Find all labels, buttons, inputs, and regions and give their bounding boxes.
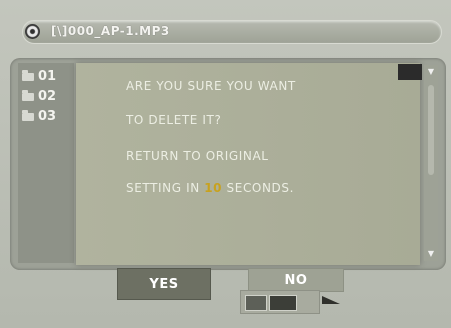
bottom-status-box [240, 290, 320, 314]
scroll-thumb[interactable] [428, 85, 434, 175]
countdown-suffix: SECONDS. [222, 181, 295, 195]
disc-icon [25, 24, 40, 39]
status-indicator [398, 64, 422, 80]
folder-icon [22, 109, 34, 121]
list-item-03[interactable]: 03 [22, 109, 74, 127]
list-item-label: 02 [38, 89, 57, 104]
list-item-01[interactable]: 01 [22, 69, 74, 87]
scroll-down-icon[interactable]: ▼ [424, 249, 438, 259]
dialog-line-3: RETURN TO ORIGINAL [126, 149, 269, 163]
countdown-prefix: SETTING IN [126, 181, 205, 195]
list-item-label: 01 [38, 69, 57, 84]
no-button[interactable]: NO [248, 268, 344, 292]
folder-icon [22, 69, 34, 81]
scroll-up-icon[interactable]: ▼ [424, 67, 438, 77]
scrollbar[interactable]: ▼ ▼ [424, 65, 438, 261]
dialog-line-2: TO DELETE IT? [126, 113, 222, 127]
list-item-label: 03 [38, 109, 57, 124]
confirm-dialog: ARE YOU SURE YOU WANT TO DELETE IT? RETU… [76, 63, 420, 265]
title-bar: [\]000_AP-1.MP3 [22, 20, 442, 44]
dialog-line-1: ARE YOU SURE YOU WANT [126, 79, 296, 93]
device-screen: [\]000_AP-1.MP3 01 02 03 ARE YOU SURE YO… [0, 0, 451, 328]
file-list: 01 02 03 [18, 63, 74, 263]
list-item-02[interactable]: 02 [22, 89, 74, 107]
folder-icon [22, 89, 34, 101]
yes-button[interactable]: YES [117, 268, 211, 300]
countdown-value: 10 [204, 181, 223, 195]
triangle-icon [322, 296, 340, 304]
dialog-line-4: SETTING IN 10 SECONDS. [126, 181, 294, 195]
file-title: [\]000_AP-1.MP3 [51, 24, 170, 38]
status-chip-icon [269, 295, 297, 311]
status-chip-icon [245, 295, 267, 311]
